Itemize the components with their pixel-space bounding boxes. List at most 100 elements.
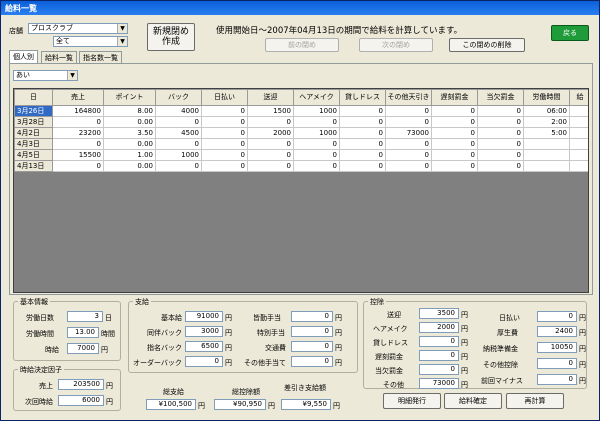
store-sub-select[interactable]: 全て ▼ xyxy=(53,36,128,47)
table-cell[interactable]: 0 xyxy=(293,149,340,161)
row-date-cell[interactable]: 3月26日 xyxy=(14,105,53,117)
recalculate-button[interactable]: 再計算 xyxy=(506,393,564,409)
col-header[interactable]: 労働時間 xyxy=(523,89,570,106)
net-pay-field[interactable]: ¥9,550 xyxy=(281,399,331,410)
row-date-cell[interactable]: 3月28日 xyxy=(14,116,53,128)
ded-daily-field[interactable]: 0 xyxy=(537,311,577,322)
confirm-pay-button[interactable]: 給料確定 xyxy=(444,393,502,409)
table-cell[interactable]: 15500 xyxy=(52,149,104,161)
ded-late-field[interactable]: 0 xyxy=(419,350,459,361)
table-cell[interactable]: 0 xyxy=(339,149,386,161)
table-cell[interactable]: 0 xyxy=(477,149,524,161)
table-cell[interactable]: 1000 xyxy=(155,149,202,161)
total-deduction-field[interactable]: ¥90,950 xyxy=(214,399,266,410)
row-date-cell[interactable]: 4月2日 xyxy=(14,127,53,139)
col-header[interactable]: 売上 xyxy=(52,89,104,106)
table-cell[interactable]: 5:00 xyxy=(523,127,570,139)
table-row[interactable]: 4月13日 0 0.00 0 0 0 0 0 0 0 0 xyxy=(14,160,588,172)
table-cell[interactable]: 0 xyxy=(339,138,386,150)
table-cell[interactable]: 0 xyxy=(52,138,104,150)
table-cell[interactable] xyxy=(523,149,570,161)
pay-grid[interactable]: 日 売上 ポイント バック 日払い 送迎 ヘアメイク 貸しドレス その他天引き … xyxy=(13,88,589,293)
table-cell[interactable]: 0 xyxy=(385,138,432,150)
table-row[interactable]: 4月2日 23200 3.50 4500 0 2000 1000 0 73000 0 0 5:00 xyxy=(14,127,588,139)
table-cell[interactable]: 0 xyxy=(431,116,478,128)
table-cell[interactable]: 0 xyxy=(431,138,478,150)
table-cell[interactable]: 0 xyxy=(247,116,294,128)
tab-nomination-list[interactable]: 指名数一覧 xyxy=(79,51,122,63)
table-cell[interactable]: 0 xyxy=(477,116,524,128)
table-cell[interactable]: 0 xyxy=(431,127,478,139)
table-cell[interactable]: 0 xyxy=(247,138,294,150)
back-button[interactable]: 戻る xyxy=(551,25,589,41)
sales-field[interactable]: 203500 xyxy=(58,379,104,390)
table-cell[interactable]: 0 xyxy=(247,149,294,161)
ded-pickup-field[interactable]: 3500 xyxy=(419,308,459,319)
table-cell[interactable]: 06:00 xyxy=(523,105,570,117)
table-cell[interactable] xyxy=(523,138,570,150)
transport-field[interactable]: 0 xyxy=(291,341,333,352)
row-date-cell[interactable]: 4月3日 xyxy=(14,138,53,150)
table-cell[interactable]: 4000 xyxy=(155,105,202,117)
table-cell[interactable]: 2:00 xyxy=(523,116,570,128)
next-close-button[interactable]: 次の閉め xyxy=(359,38,433,52)
table-row[interactable]: 4月3日 0 0.00 0 0 0 0 0 0 0 0 xyxy=(14,138,588,150)
ded-dress-field[interactable]: 0 xyxy=(419,336,459,347)
table-cell[interactable]: 3.50 xyxy=(103,127,156,139)
table-cell[interactable]: 1500 xyxy=(247,105,294,117)
col-header[interactable]: ポイント xyxy=(103,89,156,106)
tab-individual[interactable]: 個人別 xyxy=(9,50,38,63)
ded-absent-field[interactable]: 0 xyxy=(419,364,459,375)
shimei-back-field[interactable]: 6500 xyxy=(185,341,223,352)
attend-field[interactable]: 0 xyxy=(291,311,333,322)
table-cell[interactable]: 0 xyxy=(155,138,202,150)
table-row[interactable]: 4月5日 15500 1.00 1000 0 0 0 0 0 0 0 xyxy=(14,149,588,161)
work-days-field[interactable]: 3 xyxy=(67,311,103,322)
col-header[interactable]: 給 xyxy=(569,89,588,106)
table-cell[interactable] xyxy=(523,160,570,172)
special-field[interactable]: 0 xyxy=(291,326,333,337)
col-header[interactable]: 送迎 xyxy=(247,89,294,106)
table-cell[interactable]: 0 xyxy=(477,127,524,139)
table-cell[interactable]: 1000 xyxy=(293,127,340,139)
table-cell[interactable]: 0 xyxy=(477,138,524,150)
table-cell[interactable]: 0 xyxy=(293,160,340,172)
col-header[interactable]: 日払い xyxy=(201,89,248,106)
table-cell[interactable]: 0 xyxy=(201,160,248,172)
table-cell[interactable]: 0.00 xyxy=(103,138,156,150)
ded-tax-field[interactable]: 10050 xyxy=(537,342,577,353)
table-cell[interactable]: 1000 xyxy=(293,105,340,117)
table-cell[interactable]: 0 xyxy=(201,116,248,128)
tab-pay-list[interactable]: 給料一覧 xyxy=(41,51,77,63)
other-allowance-field[interactable]: 0 xyxy=(291,356,333,367)
table-cell[interactable]: 73000 xyxy=(385,127,432,139)
new-close-button[interactable]: 新規閉め作成 xyxy=(147,23,195,51)
table-cell[interactable]: 0 xyxy=(52,160,104,172)
table-cell[interactable]: 0 xyxy=(339,127,386,139)
table-cell[interactable]: 0 xyxy=(293,116,340,128)
base-pay-field[interactable]: 91000 xyxy=(185,311,223,322)
next-hourly-field[interactable]: 6000 xyxy=(58,395,104,406)
table-cell[interactable]: 0 xyxy=(385,149,432,161)
col-header[interactable]: 当欠罰金 xyxy=(477,89,524,106)
table-cell[interactable]: 4500 xyxy=(155,127,202,139)
col-header[interactable]: 貸しドレス xyxy=(339,89,386,106)
table-cell[interactable]: 0.00 xyxy=(103,116,156,128)
table-cell[interactable]: 164800 xyxy=(52,105,104,117)
table-cell[interactable]: 0 xyxy=(155,116,202,128)
ded-other-deduction-field[interactable]: 0 xyxy=(537,358,577,369)
col-header[interactable]: バック xyxy=(155,89,202,106)
table-cell[interactable]: 0 xyxy=(431,160,478,172)
table-cell[interactable]: 2000 xyxy=(247,127,294,139)
table-cell[interactable]: 0 xyxy=(385,160,432,172)
table-cell[interactable]: 0 xyxy=(339,116,386,128)
col-header[interactable]: 遅刻罰金 xyxy=(431,89,478,106)
delete-close-button[interactable]: この閉めの削除 xyxy=(449,38,525,52)
table-cell[interactable]: 23200 xyxy=(52,127,104,139)
table-cell[interactable]: 0 xyxy=(477,160,524,172)
ded-prev-minus-field[interactable]: 0 xyxy=(537,374,577,385)
table-cell[interactable]: 0 xyxy=(385,105,432,117)
table-cell[interactable]: 0 xyxy=(385,116,432,128)
table-cell[interactable]: 0 xyxy=(431,149,478,161)
table-cell[interactable]: 0 xyxy=(339,160,386,172)
